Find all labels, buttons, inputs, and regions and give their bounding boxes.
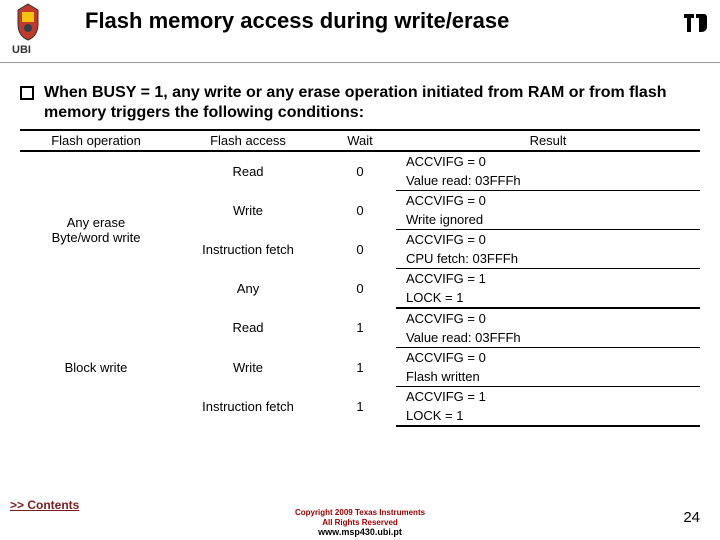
cell-wait: 0 <box>324 269 396 309</box>
cell-wait: 0 <box>324 151 396 191</box>
cell-result: Write ignored <box>396 210 700 230</box>
cell-result: ACCVIFG = 1 <box>396 387 700 407</box>
cell-access: Write <box>172 191 324 230</box>
cell-access: Read <box>172 308 324 348</box>
ubi-label: UBI <box>12 44 31 56</box>
cell-access: Any <box>172 269 324 309</box>
th-operation: Flash operation <box>20 130 172 151</box>
cell-result: Value read: 03FFFh <box>396 328 700 348</box>
cell-result: LOCK = 1 <box>396 288 700 308</box>
footer-url: www.msp430.ubi.pt <box>0 527 720 538</box>
bullet-text: When BUSY = 1, any write or any erase op… <box>44 83 700 123</box>
cell-access: Instruction fetch <box>172 387 324 427</box>
cell-result: ACCVIFG = 0 <box>396 230 700 250</box>
cell-result: ACCVIFG = 0 <box>396 308 700 328</box>
footer: Copyright 2009 Texas Instruments All Rig… <box>0 508 720 538</box>
cell-result: ACCVIFG = 0 <box>396 348 700 368</box>
cell-wait: 1 <box>324 348 396 387</box>
cell-wait: 1 <box>324 387 396 427</box>
cell-result: ACCVIFG = 0 <box>396 191 700 211</box>
table-row: Any erase Byte/word write Read 0 ACCVIFG… <box>20 151 700 171</box>
cell-result: Value read: 03FFFh <box>396 171 700 191</box>
slide-header: Flash memory access during write/erase U… <box>0 0 720 63</box>
table-row: Block write Read 1 ACCVIFG = 0 <box>20 308 700 328</box>
cell-result: Flash written <box>396 367 700 387</box>
cell-op2: Block write <box>20 308 172 426</box>
th-access: Flash access <box>172 130 324 151</box>
cell-result: ACCVIFG = 0 <box>396 151 700 171</box>
cell-op1: Any erase Byte/word write <box>20 151 172 308</box>
flash-table: Flash operation Flash access Wait Result… <box>20 129 700 427</box>
table-header-row: Flash operation Flash access Wait Result <box>20 130 700 151</box>
cell-result: ACCVIFG = 1 <box>396 269 700 289</box>
slide-content: When BUSY = 1, any write or any erase op… <box>0 63 720 427</box>
cell-access: Read <box>172 151 324 191</box>
copyright-text: Copyright 2009 Texas Instruments <box>0 508 720 518</box>
cell-result: LOCK = 1 <box>396 406 700 426</box>
cell-access: Write <box>172 348 324 387</box>
cell-wait: 0 <box>324 191 396 230</box>
th-wait: Wait <box>324 130 396 151</box>
ubi-crest-icon <box>8 2 48 42</box>
th-result: Result <box>396 130 700 151</box>
cell-result: CPU fetch: 03FFFh <box>396 249 700 269</box>
slide-title: Flash memory access during write/erase <box>85 8 509 34</box>
page-number: 24 <box>683 509 700 526</box>
cell-wait: 0 <box>324 230 396 269</box>
cell-wait: 1 <box>324 308 396 348</box>
ti-logo-icon <box>680 8 710 38</box>
rights-text: All Rights Reserved <box>0 518 720 528</box>
bullet-square-icon <box>20 86 34 100</box>
cell-access: Instruction fetch <box>172 230 324 269</box>
bullet-item: When BUSY = 1, any write or any erase op… <box>20 83 700 123</box>
